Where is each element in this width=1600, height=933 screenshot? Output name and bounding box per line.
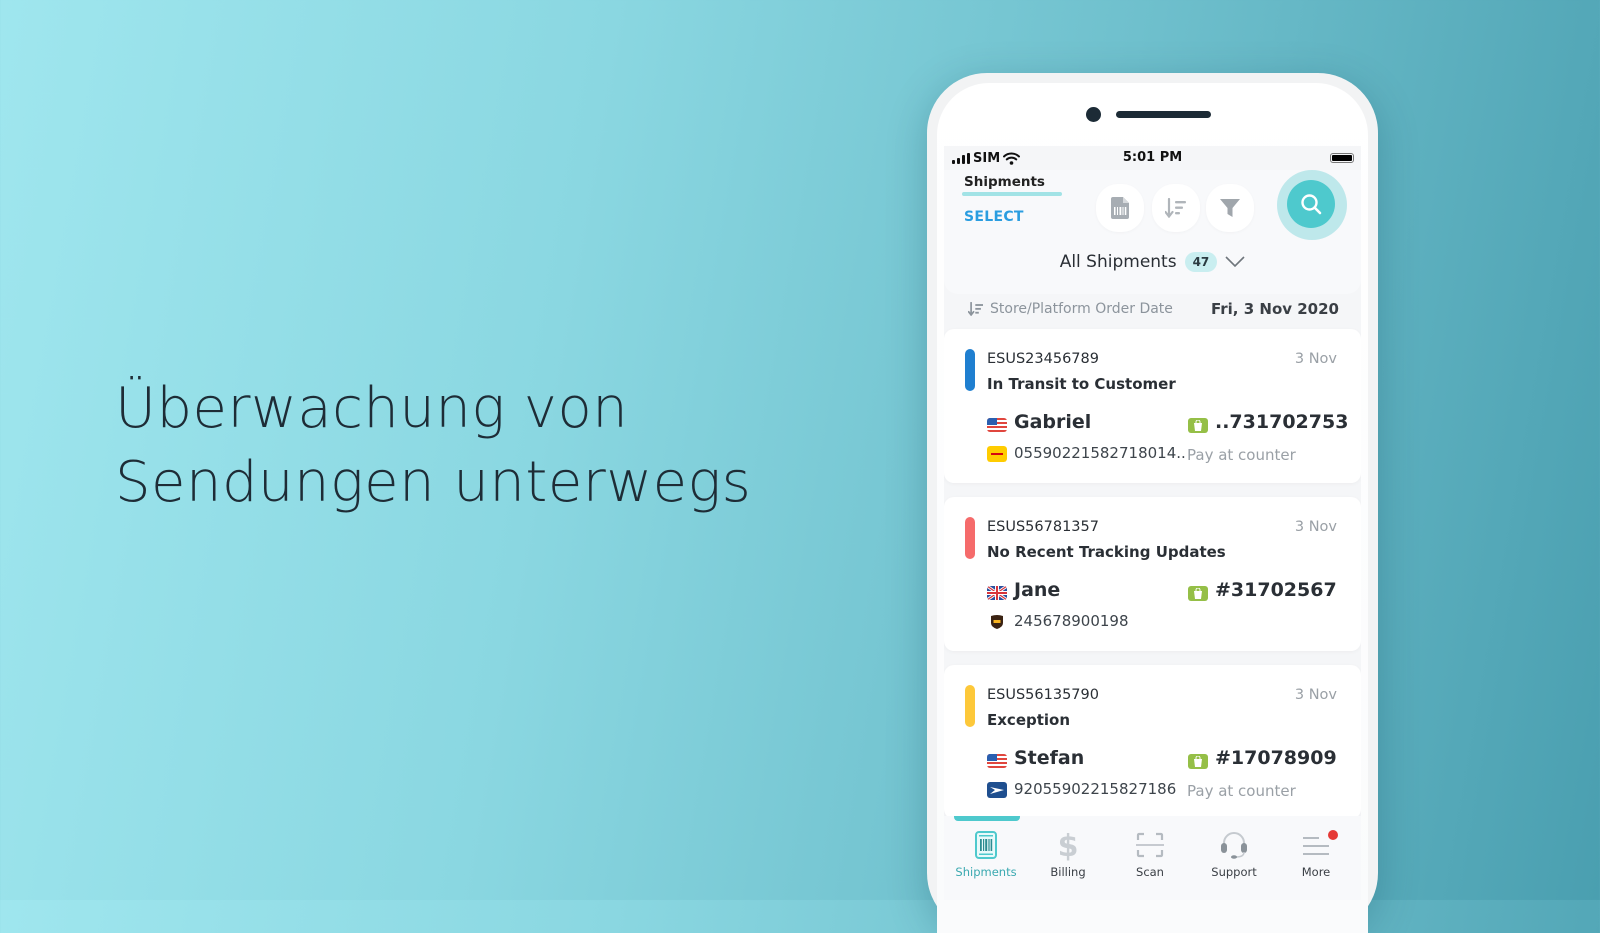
nav-more[interactable]: More: [1276, 828, 1356, 879]
marketing-headline: Überwachung von Sendungen unterwegs: [115, 372, 751, 520]
barcode-document-button[interactable]: [1096, 184, 1144, 232]
shipment-status: In Transit to Customer: [987, 375, 1176, 393]
status-bar: SIM 5:01 PM: [944, 146, 1361, 170]
shipment-date: 3 Nov: [1294, 519, 1337, 535]
shipment-count-badge: 47: [1184, 252, 1218, 272]
shopify-icon: [1188, 586, 1208, 601]
app-screen: SIM 5:01 PM Shipments SELECT All Shipmen…: [944, 146, 1361, 900]
search-button[interactable]: [1287, 180, 1335, 228]
tracking-number: 245678900198: [1014, 612, 1129, 630]
dhl-icon: [987, 446, 1007, 462]
search-icon: [1301, 194, 1322, 215]
menu-icon: [1303, 837, 1329, 855]
shipments-barcode-icon: [975, 831, 997, 859]
camera-icon: [1086, 107, 1101, 122]
sort-field-label: Store/Platform Order Date: [990, 301, 1173, 317]
shipment-status: No Recent Tracking Updates: [987, 543, 1226, 561]
nav-scan[interactable]: Scan: [1110, 828, 1190, 879]
sort-icon: [968, 302, 983, 316]
us-flag-icon: [987, 418, 1007, 432]
header: Shipments SELECT All Shipments 47: [944, 170, 1361, 294]
tracking-number: 05590221582718014..: [1014, 444, 1186, 462]
select-button[interactable]: SELECT: [964, 209, 1024, 225]
svg-text:$: $: [1058, 829, 1079, 861]
tab-shipments[interactable]: Shipments: [964, 174, 1045, 190]
active-tab-indicator: [962, 192, 1062, 196]
nav-label: Billing: [1050, 865, 1086, 879]
shopify-icon: [1188, 418, 1208, 433]
status-color-bar: [965, 685, 975, 727]
nav-label: Support: [1211, 865, 1257, 879]
filter-icon: [1220, 199, 1240, 217]
filter-button[interactable]: [1206, 184, 1254, 232]
chevron-down-icon: [1225, 256, 1245, 268]
dollar-icon: $: [1058, 829, 1079, 861]
shipment-id: ESUS56135790: [987, 687, 1099, 703]
nav-label: Scan: [1136, 865, 1164, 879]
payment-method: Pay at counter: [1187, 446, 1296, 464]
clock: 5:01 PM: [1122, 150, 1183, 165]
sort-icon: [1165, 198, 1186, 218]
us-flag-icon: [987, 754, 1007, 768]
shipment-card[interactable]: ESUS56781357 3 Nov No Recent Tracking Up…: [944, 497, 1361, 651]
uk-flag-icon: [987, 586, 1007, 600]
section-date: Fri, 3 Nov 2020: [1210, 300, 1339, 318]
filter-label: All Shipments: [1059, 252, 1177, 272]
recipient-name: Stefan: [1014, 747, 1085, 769]
sort-bar[interactable]: Store/Platform Order Date Fri, 3 Nov 202…: [944, 298, 1361, 320]
shipment-card[interactable]: ESUS23456789 3 Nov In Transit to Custome…: [944, 329, 1361, 483]
ups-icon: [987, 614, 1007, 630]
nav-label: More: [1301, 865, 1331, 879]
tracking-number: 92055902215827186: [1014, 780, 1177, 798]
usps-icon: [987, 782, 1007, 798]
shipment-filter-dropdown[interactable]: All Shipments 47: [944, 252, 1361, 272]
active-nav-indicator: [954, 816, 1020, 821]
order-number: #17078909: [1215, 747, 1337, 769]
speaker-grille: [1116, 111, 1211, 118]
status-color-bar: [965, 349, 975, 391]
headset-icon: [1221, 832, 1247, 859]
status-color-bar: [965, 517, 975, 559]
barcode-document-icon: [1111, 197, 1129, 219]
scan-icon: [1136, 832, 1164, 858]
sort-button[interactable]: [1152, 184, 1200, 232]
shipment-id: ESUS23456789: [987, 351, 1099, 367]
shipment-id: ESUS56781357: [987, 519, 1099, 535]
nav-support[interactable]: Support: [1194, 828, 1274, 879]
order-number: #31702567: [1215, 579, 1337, 601]
battery-icon: [1330, 153, 1354, 163]
recipient-name: Jane: [1014, 579, 1061, 601]
nav-label: Shipments: [955, 865, 1017, 879]
payment-method: Pay at counter: [1187, 782, 1296, 800]
nav-shipments[interactable]: Shipments: [946, 828, 1026, 879]
shopify-icon: [1188, 754, 1208, 769]
headline-line-1: Überwachung von: [115, 376, 629, 441]
shipment-card[interactable]: ESUS56135790 3 Nov Exception Stefan 9205…: [944, 665, 1361, 819]
headline-line-2: Sendungen unterwegs: [115, 450, 752, 515]
nav-billing[interactable]: $ Billing: [1028, 828, 1108, 879]
notification-dot: [1328, 830, 1338, 840]
order-number: ..731702753: [1215, 411, 1349, 433]
shipment-date: 3 Nov: [1294, 351, 1337, 367]
recipient-name: Gabriel: [1014, 411, 1092, 433]
shipment-status: Exception: [987, 711, 1071, 729]
shipment-date: 3 Nov: [1294, 687, 1337, 703]
bottom-navigation: Shipments $ Billing Scan Support More: [944, 816, 1361, 900]
